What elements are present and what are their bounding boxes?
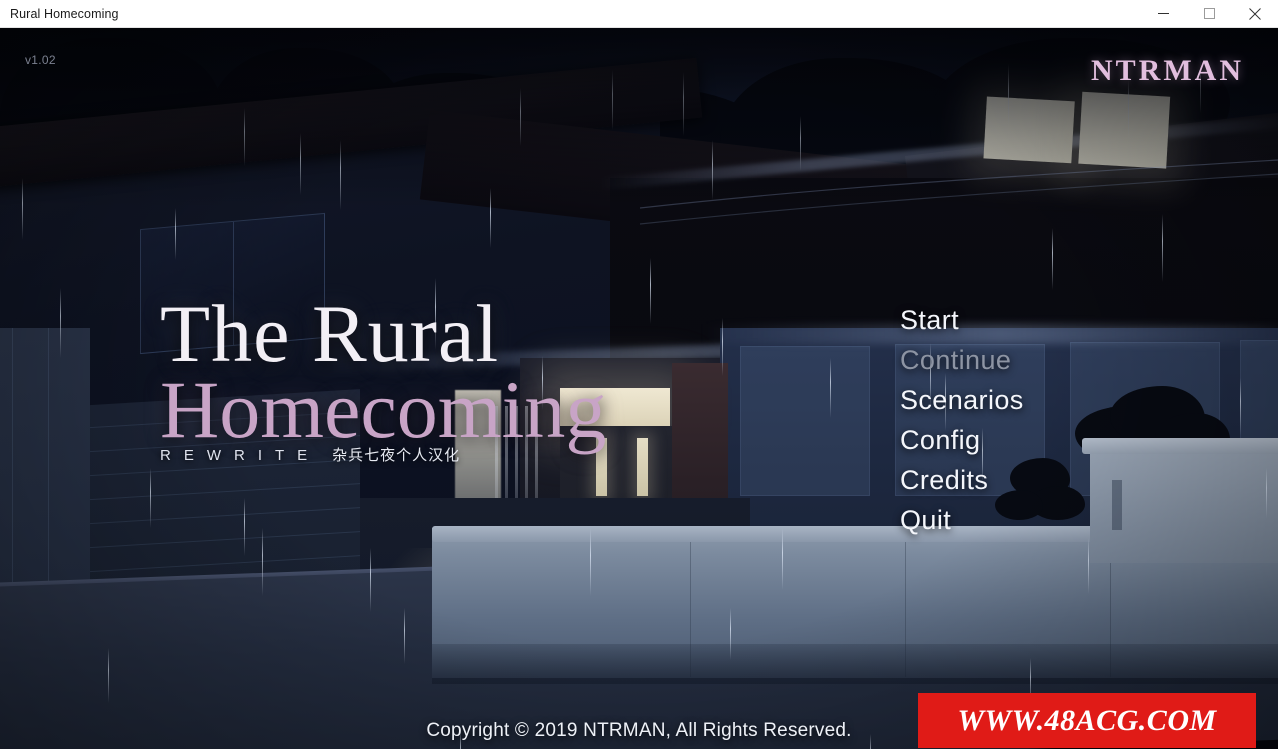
title-line-1: The Rural [160,288,500,379]
watermark-text: WWW.48ACG.COM [957,703,1217,737]
version-label: v1.02 [25,53,56,67]
subtitle-rewrite: REWRITE [160,447,321,464]
maximize-icon [1203,8,1215,19]
lit-window-group [983,80,1188,186]
game-title-screen: v1.02 NTRMAN The Rural Homecoming REWRIT… [0,28,1278,749]
menu-item-scenarios[interactable]: Scenarios [900,380,1024,420]
menu-item-quit[interactable]: Quit [900,500,951,540]
gate-post-slit [1112,480,1122,530]
main-menu: Start Continue Scenarios Config Credits … [900,300,1024,540]
subtitle-translation-credit: 杂兵七夜个人汉化 [332,446,461,464]
menu-item-credits[interactable]: Credits [900,460,988,500]
title-line-2: Homecoming [160,364,607,455]
window-title: Rural Homecoming [10,6,119,21]
window-controls [1140,0,1278,28]
menu-item-continue[interactable]: Continue [900,340,1011,380]
window-title-bar: Rural Homecoming [0,0,1278,28]
menu-item-start[interactable]: Start [900,300,959,340]
minimize-button[interactable] [1140,0,1186,28]
gate-post-cap [1082,438,1278,454]
lit-window-pane [983,96,1075,164]
menu-item-config[interactable]: Config [900,420,980,460]
site-watermark: WWW.48ACG.COM [918,693,1256,748]
maximize-button[interactable] [1186,0,1232,28]
lit-window-pane [1078,91,1171,169]
close-icon [1249,7,1261,20]
brand-logo: NTRMAN [1091,54,1244,87]
wall-pane [740,346,870,496]
wall-bottom-shade [432,644,1278,684]
door-light-slit [637,438,648,496]
close-button[interactable] [1232,0,1278,28]
minimize-icon [1157,13,1169,14]
game-title-block: The Rural Homecoming REWRITE 杂兵七夜个人汉化 [160,288,607,465]
